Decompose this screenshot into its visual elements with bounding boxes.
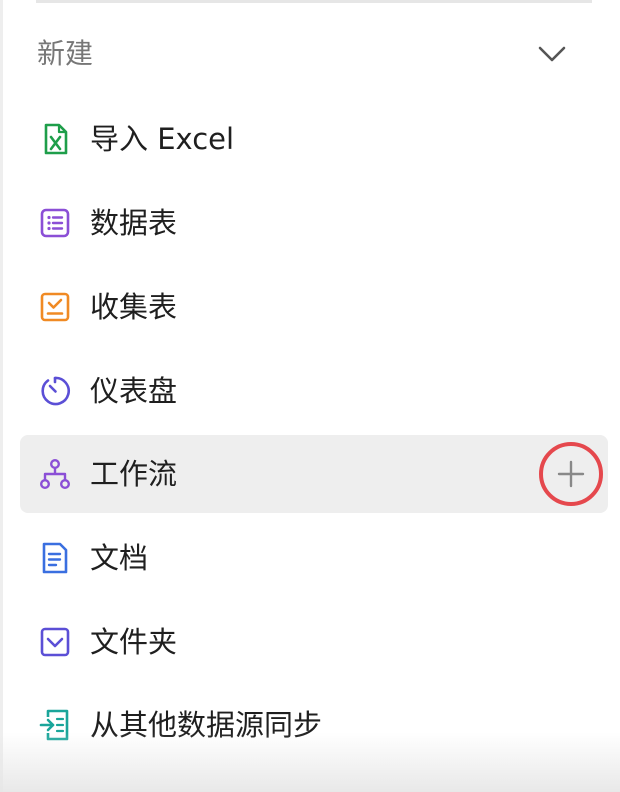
form-icon xyxy=(40,292,70,322)
menu-item-label: 文件夹 xyxy=(90,625,178,659)
add-workflow-button[interactable] xyxy=(539,442,603,506)
menu-item-label: 仪表盘 xyxy=(90,374,178,408)
menu-item-label: 收集表 xyxy=(90,290,178,324)
workflow-icon xyxy=(40,459,71,490)
menu-item-label: 从其他数据源同步 xyxy=(90,708,323,742)
menu-item-workflow[interactable]: 工作流 xyxy=(20,435,608,513)
menu-item-label: 导入 Excel xyxy=(90,122,235,156)
plus-icon xyxy=(557,460,585,488)
sync-icon xyxy=(39,709,69,741)
menu-item-form[interactable]: 收集表 xyxy=(20,268,608,346)
section-title: 新建 xyxy=(37,37,94,70)
menu-item-label: 数据表 xyxy=(90,206,178,240)
menu-item-dashboard[interactable]: 仪表盘 xyxy=(20,352,608,430)
new-section-header[interactable]: 新建 xyxy=(20,20,608,88)
menu-item-sync-data-source[interactable]: 从其他数据源同步 xyxy=(20,686,608,764)
menu-item-label: 工作流 xyxy=(90,457,178,491)
menu-item-folder[interactable]: 文件夹 xyxy=(20,603,608,681)
panel-left-border xyxy=(0,0,3,792)
menu-item-document[interactable]: 文档 xyxy=(20,519,608,597)
new-menu-panel: 新建 导入 Excel 数据表 收集表 仪表盘 工作流 文档 文件夹 从其他数据… xyxy=(0,0,620,792)
top-divider xyxy=(36,0,592,3)
menu-item-import-excel[interactable]: 导入 Excel xyxy=(20,100,608,178)
menu-item-label: 文档 xyxy=(90,541,149,575)
excel-icon xyxy=(44,123,68,155)
chevron-down-icon[interactable] xyxy=(534,36,570,72)
document-icon xyxy=(42,542,68,574)
dashboard-icon xyxy=(41,376,70,406)
folder-icon xyxy=(40,627,70,657)
menu-item-data-table[interactable]: 数据表 xyxy=(20,184,608,262)
table-icon xyxy=(40,208,70,238)
